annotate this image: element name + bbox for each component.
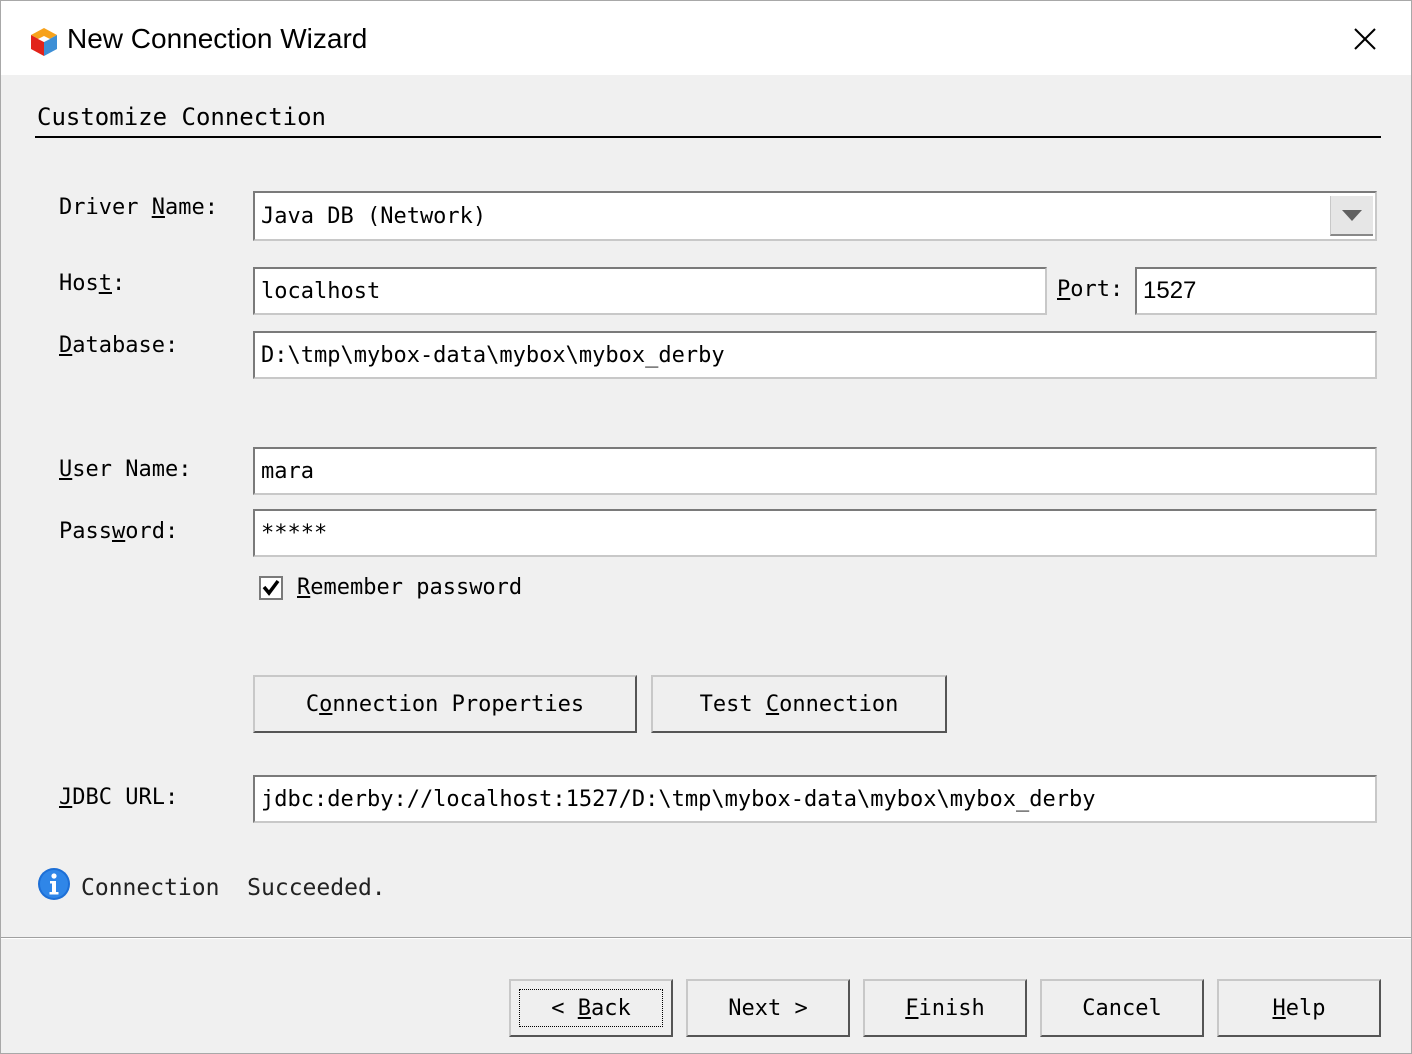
- checkmark-icon: [262, 579, 280, 596]
- close-icon: [1354, 28, 1376, 50]
- finish-label: Finish: [905, 995, 985, 1021]
- wizard-window: New Connection Wizard Customize Connecti…: [0, 0, 1412, 1054]
- title-bar: New Connection Wizard: [1, 1, 1411, 75]
- cancel-label: Cancel: [1082, 995, 1162, 1021]
- connection-properties-button[interactable]: Connection Properties: [253, 675, 637, 733]
- host-input[interactable]: localhost: [253, 267, 1047, 315]
- chevron-down-icon: [1342, 210, 1362, 221]
- user-name-label: User Name:: [59, 457, 192, 482]
- next-button[interactable]: Next >: [686, 979, 850, 1037]
- finish-button[interactable]: Finish: [863, 979, 1027, 1037]
- test-connection-button[interactable]: Test Connection: [651, 675, 947, 733]
- dropdown-button[interactable]: [1330, 196, 1373, 236]
- driver-name-value: Java DB (Network): [261, 203, 487, 229]
- netbeans-cube-icon: [31, 28, 57, 56]
- back-label: < Back: [551, 995, 631, 1021]
- port-label: Port:: [1057, 277, 1124, 302]
- back-button[interactable]: < Back: [509, 979, 673, 1037]
- remember-password-checkbox[interactable]: [259, 576, 283, 600]
- driver-name-combobox[interactable]: Java DB (Network): [253, 191, 1377, 241]
- next-label: Next >: [728, 995, 808, 1021]
- window-title: New Connection Wizard: [67, 23, 368, 54]
- driver-name-label: Driver Name:: [59, 195, 218, 220]
- close-button[interactable]: [1337, 15, 1393, 63]
- user-name-input[interactable]: mara: [253, 447, 1377, 495]
- section-divider: [35, 136, 1381, 138]
- cancel-button[interactable]: Cancel: [1040, 979, 1204, 1037]
- status-message: Connection Succeeded.: [81, 875, 386, 901]
- jdbc-url-input[interactable]: jdbc:derby://localhost:1527/D:\tmp\mybox…: [253, 775, 1377, 823]
- password-label: Password:: [59, 519, 179, 544]
- port-input[interactable]: 1527: [1135, 267, 1377, 315]
- info-icon: [38, 868, 70, 900]
- help-button[interactable]: Help: [1217, 979, 1381, 1037]
- footer-divider-highlight: [1, 938, 1411, 939]
- connection-properties-label: Connection Properties: [305, 691, 585, 717]
- database-input[interactable]: D:\tmp\mybox-data\mybox\mybox_derby: [253, 331, 1377, 379]
- remember-password-label[interactable]: Remember password: [297, 575, 522, 600]
- password-input[interactable]: *****: [253, 509, 1377, 557]
- database-label: Database:: [59, 333, 179, 358]
- section-title: Customize Connection: [37, 103, 326, 131]
- help-label: Help: [1272, 995, 1326, 1021]
- host-label: Host:: [59, 271, 126, 296]
- jdbc-url-label: JDBC URL:: [59, 785, 179, 810]
- test-connection-label: Test Connection: [699, 691, 899, 717]
